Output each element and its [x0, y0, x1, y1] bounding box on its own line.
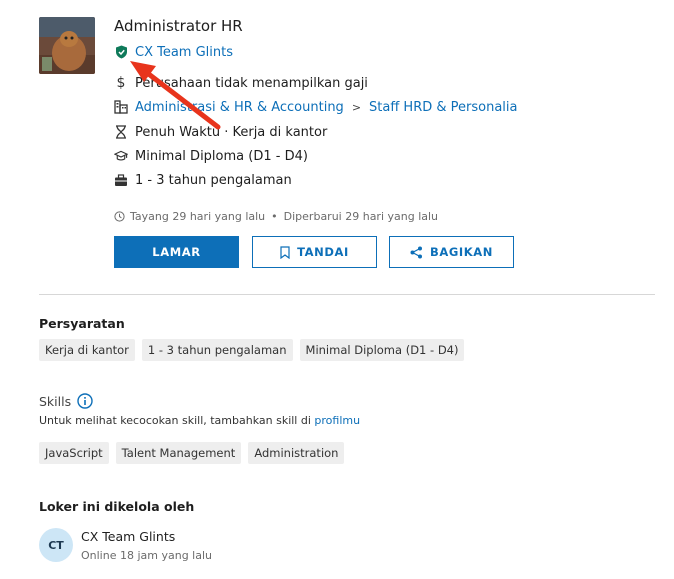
- share-button[interactable]: BAGIKAN: [389, 236, 514, 268]
- dollar-icon: $: [116, 75, 126, 91]
- manager-title: Loker ini dikelola oleh: [39, 499, 195, 514]
- requirements-chips: Kerja di kantor 1 - 3 tahun pengalaman M…: [39, 339, 465, 361]
- skills-hint-text: Untuk melihat kecocokan skill, tambahkan…: [39, 414, 311, 427]
- apply-button[interactable]: LAMAR: [114, 236, 239, 268]
- subcategory-link[interactable]: Staff HRD & Personalia: [369, 100, 517, 115]
- avatar[interactable]: CT: [39, 528, 73, 562]
- requirement-chip: Kerja di kantor: [39, 339, 135, 361]
- salary-row: $ Perusahaan tidak menampilkan gaji: [114, 73, 368, 93]
- category-row: Administrasi & HR & Accounting > Staff H…: [114, 97, 518, 117]
- skills-hint: Untuk melihat kecocokan skill, tambahkan…: [39, 414, 360, 427]
- posting-meta: Tayang 29 hari yang lalu • Diperbarui 29…: [114, 207, 438, 225]
- posted-time: Tayang 29 hari yang lalu: [130, 209, 266, 223]
- requirement-chip: Minimal Diploma (D1 - D4): [299, 339, 465, 361]
- briefcase-icon: [114, 173, 128, 187]
- section-divider: [39, 294, 655, 295]
- education-row: Minimal Diploma (D1 - D4): [114, 146, 308, 166]
- work-type-text: Penuh Waktu · Kerja di kantor: [135, 124, 328, 140]
- work-type-row: Penuh Waktu · Kerja di kantor: [114, 122, 327, 142]
- manager-status: Online 18 jam yang lalu: [81, 549, 213, 562]
- requirements-title: Persyaratan: [39, 316, 125, 331]
- salary-text: Perusahaan tidak menampilkan gaji: [135, 75, 368, 91]
- requirement-chip: 1 - 3 tahun pengalaman: [141, 339, 293, 361]
- share-icon: [410, 246, 422, 258]
- breadcrumb-separator: >: [351, 100, 362, 114]
- graduation-cap-icon: [114, 149, 128, 163]
- save-button[interactable]: TANDAI: [252, 236, 377, 268]
- manager-name[interactable]: CX Team Glints: [81, 529, 175, 544]
- company-logo[interactable]: [39, 17, 95, 74]
- share-button-label: BAGIKAN: [429, 245, 494, 259]
- updated-time: Diperbarui 29 hari yang lalu: [283, 209, 439, 223]
- skill-chip: Administration: [248, 442, 345, 464]
- save-button-label: TANDAI: [297, 245, 349, 259]
- skills-header: Skills: [39, 393, 93, 409]
- category-icon: [114, 100, 128, 114]
- info-icon[interactable]: [77, 393, 93, 409]
- category-link[interactable]: Administrasi & HR & Accounting: [135, 100, 344, 115]
- skill-chip: Talent Management: [115, 442, 242, 464]
- skills-title: Skills: [39, 393, 72, 409]
- meta-separator: •: [271, 209, 278, 223]
- verified-shield-icon: [114, 45, 128, 59]
- company-link[interactable]: CX Team Glints: [135, 45, 233, 60]
- skills-chips: JavaScript Talent Management Administrat…: [39, 442, 345, 464]
- hourglass-icon: [114, 125, 128, 139]
- profile-link[interactable]: profilmu: [314, 414, 360, 427]
- company-row[interactable]: CX Team Glints: [114, 42, 233, 62]
- bookmark-icon: [280, 245, 290, 259]
- education-text: Minimal Diploma (D1 - D4): [135, 148, 308, 164]
- clock-icon: [114, 210, 125, 222]
- experience-row: 1 - 3 tahun pengalaman: [114, 170, 292, 190]
- skill-chip: JavaScript: [39, 442, 109, 464]
- job-title: Administrator HR: [114, 17, 243, 35]
- experience-text: 1 - 3 tahun pengalaman: [135, 172, 292, 188]
